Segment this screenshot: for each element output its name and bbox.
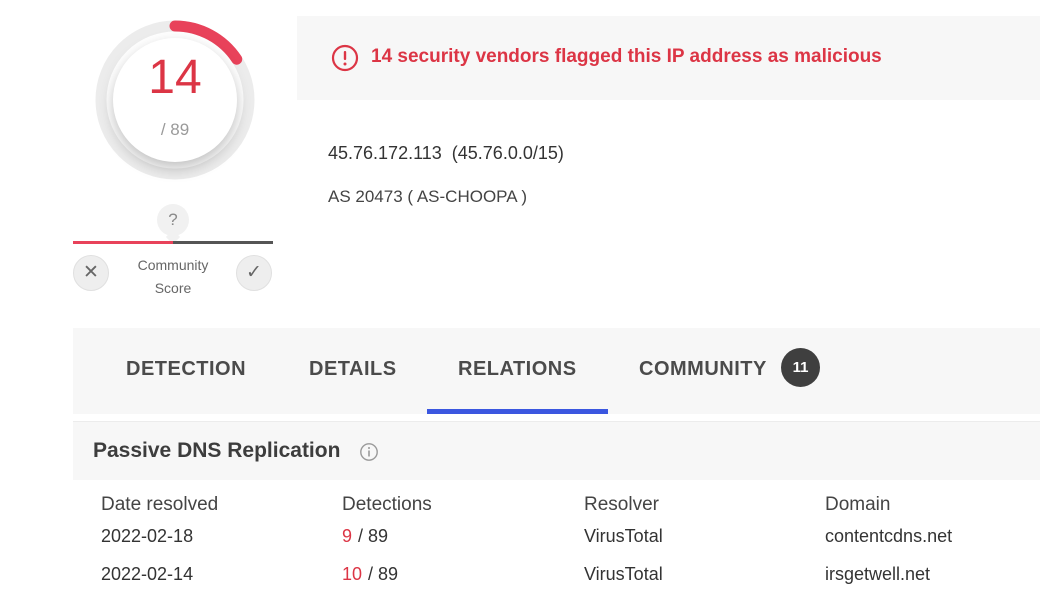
table-row-resolver: VirusTotal	[584, 564, 663, 584]
alert-circle-icon	[331, 44, 359, 72]
column-header-detections: Detections	[342, 494, 432, 515]
active-tab-indicator	[427, 409, 608, 414]
detection-score-value: 14	[148, 51, 202, 104]
table-row-domain[interactable]: irsgetwell.net	[825, 564, 930, 585]
column-header-date: Date resolved	[101, 494, 219, 515]
detection-score-total: / 89	[160, 120, 190, 139]
table-row-domain[interactable]: contentcdns.net	[825, 526, 952, 547]
upvote-button[interactable]: ✓	[236, 255, 272, 291]
tab-detection[interactable]: DETECTION	[126, 358, 246, 381]
table-row-date: 2022-02-14	[101, 564, 194, 584]
close-icon: ✕	[83, 262, 99, 283]
tab-relations[interactable]: RELATIONS	[458, 358, 577, 381]
table-row-resolver: VirusTotal	[584, 526, 663, 546]
detections-positive: 10	[342, 564, 363, 584]
community-score-label: Community Score	[123, 254, 223, 300]
tab-community[interactable]: COMMUNITY	[639, 358, 767, 381]
detections-total: / 89	[368, 564, 399, 584]
downvote-button[interactable]: ✕	[73, 255, 109, 291]
table-row-date: 2022-02-18	[101, 526, 194, 546]
passive-dns-header: Passive DNS Replication	[73, 422, 1040, 480]
check-icon: ✓	[246, 262, 262, 283]
table-row-detections: 9/ 89	[342, 526, 394, 547]
section-title: Passive DNS Replication	[93, 439, 341, 462]
malicious-alert-banner: 14 security vendors flagged this IP addr…	[297, 16, 1040, 100]
community-score-label-line2: Score	[154, 280, 192, 296]
community-score-label-line1: Community	[137, 257, 209, 273]
table-row-detections: 10/ 89	[342, 564, 404, 585]
community-count-badge[interactable]: 11	[781, 348, 820, 387]
ip-address-line: 45.76.172.113 (45.76.0.0/15)	[328, 143, 564, 164]
community-score-bar	[73, 241, 273, 244]
ip-report-page: 14 / 89 ? ✕ Community Score ✓ 14 securit…	[0, 0, 1040, 598]
ip-range[interactable]: (45.76.0.0/15)	[452, 143, 564, 163]
asn-info[interactable]: AS 20473 ( AS-CHOOPA )	[328, 187, 527, 207]
community-score-bar-fill	[73, 241, 173, 244]
column-header-domain: Domain	[825, 494, 891, 515]
ip-address[interactable]: 45.76.172.113	[328, 143, 442, 163]
detections-positive: 9	[342, 526, 353, 546]
info-icon[interactable]	[359, 442, 379, 462]
alert-message: 14 security vendors flagged this IP addr…	[371, 46, 882, 67]
detection-score-gauge: 14 / 89	[85, 10, 265, 190]
detections-total: / 89	[358, 526, 389, 546]
column-header-resolver: Resolver	[584, 494, 659, 515]
tab-details[interactable]: DETAILS	[309, 358, 397, 381]
report-tabs: DETECTION DETAILS RELATIONS COMMUNITY 11	[73, 328, 1040, 414]
